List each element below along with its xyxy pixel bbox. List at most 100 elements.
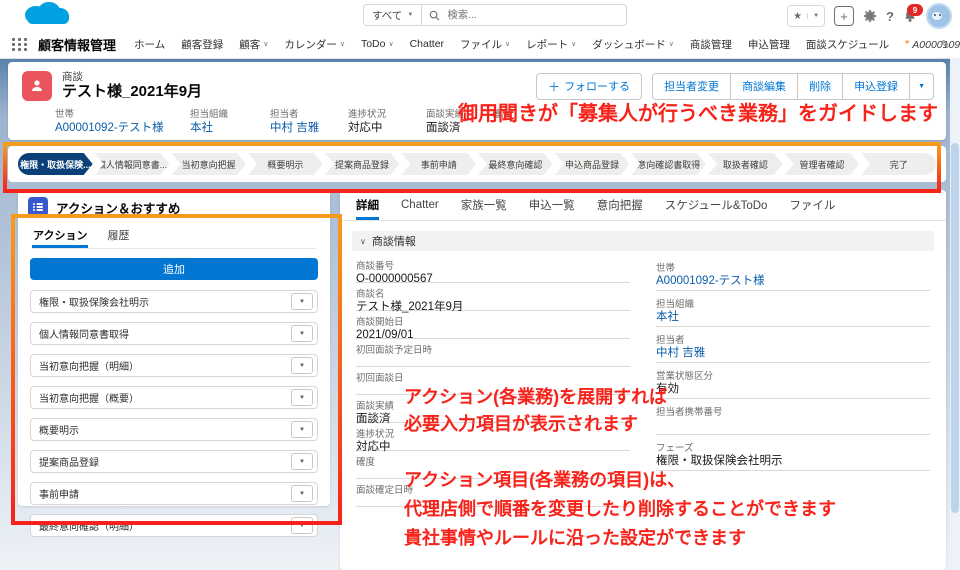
nav-tab[interactable]: ToDo∨	[361, 38, 394, 50]
detail-tab[interactable]: Chatter	[401, 190, 439, 220]
action-item[interactable]: 当初意向把握（明細）▼	[30, 354, 318, 377]
path-stage-6[interactable]: 事前申請	[401, 153, 476, 175]
item-dropdown-button[interactable]: ▼	[291, 389, 313, 406]
nav-tab[interactable]: ダッシュボード∨	[592, 37, 674, 52]
path-stage-9[interactable]: 意向確認書取得	[631, 153, 706, 175]
action-item[interactable]: 当初意向把握（概要）▼	[30, 386, 318, 409]
field-value[interactable]: A00001092-テスト様	[55, 121, 190, 135]
nav-tab[interactable]: Chatter	[410, 38, 444, 50]
nav-tab[interactable]: 商談管理	[690, 37, 732, 52]
action-item[interactable]: 個人情報同意書取得▼	[30, 322, 318, 345]
nav-tab[interactable]: ホーム	[134, 37, 165, 52]
nav-tab[interactable]: レポート∨	[526, 37, 576, 52]
star-icon[interactable]: ★	[788, 11, 807, 22]
action-tab[interactable]: アクション	[32, 224, 88, 248]
detail-field: 世帯A00001092-テスト様	[656, 255, 930, 291]
annotation-mid-note: アクション(各業務)を展開すれば 必要入力項目が表示されます	[404, 384, 667, 438]
item-dropdown-button[interactable]: ▼	[291, 517, 313, 534]
setup-gear-icon[interactable]	[863, 9, 877, 23]
action-tab[interactable]: 履歴	[106, 224, 130, 248]
action-item[interactable]: 提案商品登録▼	[30, 450, 318, 473]
nav-tab[interactable]: 面談スケジュール	[806, 37, 889, 52]
favorites-button[interactable]: ★ ▼	[787, 5, 825, 27]
path-stage-8[interactable]: 申込商品登録	[555, 153, 630, 175]
actions-panel: アクション＆おすすめ アクション履歴 追加 権限・取扱保険会社明示▼ 個人情報同意…	[18, 190, 330, 506]
search-box	[422, 4, 627, 26]
detail-tabs: 詳細 Chatter 家族一覧申込一覧意向把握スケジュール&ToDo ファイル	[340, 190, 946, 221]
path-stage-10[interactable]: 取扱者確認	[708, 153, 783, 175]
annotation-header-note: 御用聞きが「募集人が行うべき業務」をガイドします	[458, 97, 938, 126]
item-dropdown-button[interactable]: ▼	[291, 357, 313, 374]
detail-tab[interactable]: 意向把握	[597, 190, 643, 220]
path-stage-11[interactable]: 管理者確認	[785, 153, 860, 175]
chevron-down-icon: ∨	[388, 40, 393, 48]
edit-nav-pencil-icon[interactable]: ✎	[941, 38, 950, 51]
section-header[interactable]: ∨ 商談情報	[352, 231, 934, 251]
global-actions-button[interactable]: +	[834, 6, 854, 26]
action-item[interactable]: 概要明示▼	[30, 418, 318, 441]
nav-tab[interactable]: カレンダー∨	[284, 37, 345, 52]
record-action-button[interactable]: 担当者変更	[652, 73, 731, 100]
detail-field: 担当者中村 吉雅	[656, 327, 930, 363]
path-stage-7[interactable]: 最終意向確認	[478, 153, 553, 175]
chevron-down-icon[interactable]: ▼	[807, 13, 824, 19]
app-launcher-icon[interactable]	[12, 38, 28, 51]
nav-tab[interactable]: ファイル∨	[460, 37, 510, 52]
more-actions-button[interactable]: ▼	[909, 73, 934, 100]
item-dropdown-button[interactable]: ▼	[291, 421, 313, 438]
action-item[interactable]: 事前申請▼	[30, 482, 318, 505]
nav-tab[interactable]: 顧客登録	[181, 37, 223, 52]
nav-tab[interactable]: *A00001092-テスト様∨×	[905, 37, 960, 52]
notifications-bell-icon[interactable]: 9	[903, 9, 917, 23]
user-avatar[interactable]	[926, 3, 952, 29]
actions-panel-title: アクション＆おすすめ	[56, 198, 180, 217]
field-value[interactable]: 中村 吉雅	[270, 121, 348, 135]
detail-field: 初回面談予定日時	[356, 339, 630, 367]
plus-icon: ＋	[548, 78, 560, 95]
chevron-down-icon: ∨	[571, 40, 576, 48]
help-icon[interactable]: ?	[886, 9, 894, 24]
path-stage-12[interactable]: 完了	[861, 153, 936, 175]
add-action-button[interactable]: 追加	[30, 258, 318, 280]
detail-tab[interactable]: スケジュール&ToDo	[665, 190, 768, 220]
record-action-button[interactable]: 申込登録	[842, 73, 910, 100]
detail-field: 担当者携帯番号	[656, 399, 930, 435]
page-scrollbar[interactable]	[950, 58, 960, 570]
field-value[interactable]: 本社	[190, 121, 270, 135]
search-scope-select[interactable]: すべて ▼	[363, 4, 422, 26]
chevron-down-icon: ∨	[669, 40, 674, 48]
path-stage-1[interactable]: 権限・取扱保険...	[18, 153, 93, 175]
record-field: 担当組織本社	[190, 109, 270, 135]
scrollbar-thumb[interactable]	[951, 143, 959, 513]
item-dropdown-button[interactable]: ▼	[291, 485, 313, 502]
sales-path-card: 権限・取扱保険...個人情報同意書...当初意向把握概要明示提案商品登録事前申請…	[8, 146, 946, 182]
path-stage-3[interactable]: 当初意向把握	[171, 153, 246, 175]
action-item[interactable]: 権限・取扱保険会社明示▼	[30, 290, 318, 313]
nav-tab[interactable]: 顧客∨	[239, 37, 268, 52]
item-dropdown-button[interactable]: ▼	[291, 325, 313, 342]
detail-tab[interactable]: ファイル	[789, 190, 835, 220]
path-stage-5[interactable]: 提案商品登録	[325, 153, 400, 175]
detail-field: 商談名テスト様_2021年9月	[356, 283, 630, 311]
follow-button[interactable]: ＋ フォローする	[536, 73, 642, 100]
detail-field: 担当組織本社	[656, 291, 930, 327]
path-stage-4[interactable]: 概要明示	[248, 153, 323, 175]
path-stage-2[interactable]: 個人情報同意書...	[95, 153, 170, 175]
annotation-bottom-note: アクション項目(各業務の項目)は、 代理店側で順番を変更したり削除することができ…	[404, 466, 836, 553]
record-action-buttons: 担当者変更商談編集削除申込登録▼	[652, 73, 934, 100]
record-action-button[interactable]: 商談編集	[730, 73, 798, 100]
detail-tab[interactable]: 申込一覧	[529, 190, 575, 220]
record-title: テスト様_2021年9月	[62, 83, 202, 100]
search-input[interactable]	[445, 8, 619, 22]
record-action-button[interactable]: 削除	[797, 73, 843, 100]
item-dropdown-button[interactable]: ▼	[291, 293, 313, 310]
field-value[interactable]: A00001092-テスト様	[656, 274, 930, 289]
search-icon	[429, 10, 440, 21]
action-item[interactable]: 最終意向確認（明細）▼	[30, 514, 318, 537]
field-value[interactable]: 本社	[656, 310, 930, 325]
field-value[interactable]: 中村 吉雅	[656, 346, 930, 361]
detail-tab[interactable]: 家族一覧	[461, 190, 507, 220]
item-dropdown-button[interactable]: ▼	[291, 453, 313, 470]
nav-tab[interactable]: 申込管理	[748, 37, 790, 52]
detail-tab[interactable]: 詳細	[356, 190, 379, 220]
